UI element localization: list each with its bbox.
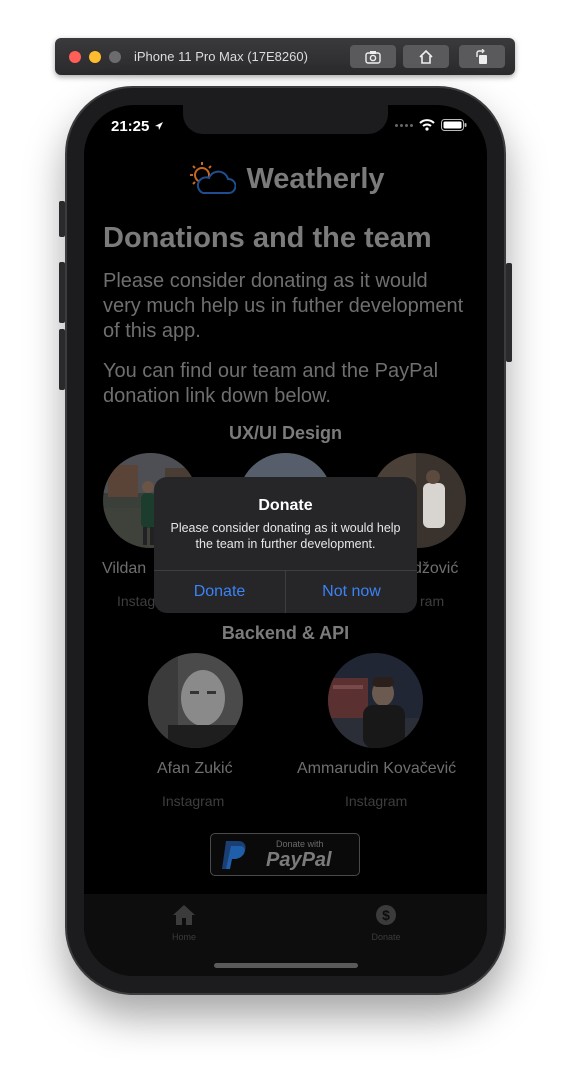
page-title: Donations and the team	[103, 222, 432, 254]
person-name: džović	[413, 560, 459, 577]
app-header: Weatherly	[84, 161, 487, 197]
section-title-design: UX/UI Design	[228, 423, 343, 443]
alert-donate-button[interactable]: Donate	[154, 571, 285, 613]
home-icon	[173, 905, 195, 925]
team-paragraph: You can find our team and the PayPal don…	[103, 360, 439, 407]
home-icon	[419, 49, 433, 64]
app-name: Weatherly	[246, 162, 385, 195]
tab-label: Donate	[371, 932, 401, 942]
location-icon	[154, 122, 163, 130]
section-title-backend: Backend & API	[221, 623, 350, 643]
tab-donate[interactable]: $ Donate	[346, 904, 426, 942]
donation-paragraph: Please consider donating as it would ver…	[103, 270, 464, 342]
tab-home[interactable]: Home	[144, 904, 224, 942]
tab-label: Home	[171, 932, 196, 942]
avatar-afan[interactable]	[148, 653, 243, 748]
battery-icon	[441, 119, 467, 131]
mute-switch[interactable]	[59, 201, 65, 237]
person-name: Vildan	[102, 560, 147, 577]
donate-alert: Donate Please consider donating as it wo…	[154, 477, 417, 613]
volume-up-button[interactable]	[59, 262, 65, 323]
person-name: Ammarudin Kovačević	[297, 760, 457, 777]
wifi-icon	[419, 119, 435, 131]
avatar-ammarudin[interactable]	[328, 653, 423, 748]
paypal-caption: Donate with	[276, 839, 324, 849]
paypal-logo-icon	[222, 841, 246, 869]
rotate-icon	[476, 48, 487, 64]
screenshot-button[interactable]	[350, 45, 396, 68]
weather-cloud-sun-icon	[190, 162, 237, 194]
power-button[interactable]	[506, 263, 512, 362]
status-time: 21:25	[111, 118, 164, 135]
phone-screen: 21:25 Weatherly Donations and the team P…	[84, 105, 487, 976]
home-indicator[interactable]	[214, 963, 358, 968]
avatar-photo	[148, 653, 243, 748]
status-icons	[395, 119, 467, 131]
volume-down-button[interactable]	[59, 329, 65, 390]
close-window-button[interactable]	[69, 51, 81, 63]
home-button[interactable]	[403, 45, 449, 68]
paypal-wordmark: PayPal	[266, 849, 332, 871]
minimize-window-button[interactable]	[89, 51, 101, 63]
rotate-button[interactable]	[459, 45, 505, 68]
alert-title: Donate	[258, 497, 313, 514]
alert-not-now-button[interactable]: Not now	[286, 571, 417, 613]
avatar-photo	[328, 653, 423, 748]
svg-text:$: $	[382, 907, 390, 923]
notch	[183, 105, 388, 134]
simulator-toolbar: iPhone 11 Pro Max (17E8260)	[55, 38, 515, 75]
instagram-link[interactable]: Instag	[117, 593, 155, 609]
paypal-donate-button[interactable]: Donate with PayPal	[210, 833, 360, 876]
alert-message: Please consider donating as it would hel…	[170, 521, 401, 551]
zoom-window-button[interactable]	[109, 51, 121, 63]
simulator-title: iPhone 11 Pro Max (17E8260)	[134, 49, 308, 64]
instagram-link[interactable]: Instagram	[162, 793, 224, 809]
person-name: Afan Zukić	[157, 760, 233, 777]
instagram-link[interactable]: Instagram	[345, 793, 407, 809]
camera-icon	[365, 50, 381, 64]
dollar-icon: $	[376, 905, 396, 925]
signal-icon	[395, 123, 413, 127]
instagram-link[interactable]: ram	[420, 593, 444, 609]
